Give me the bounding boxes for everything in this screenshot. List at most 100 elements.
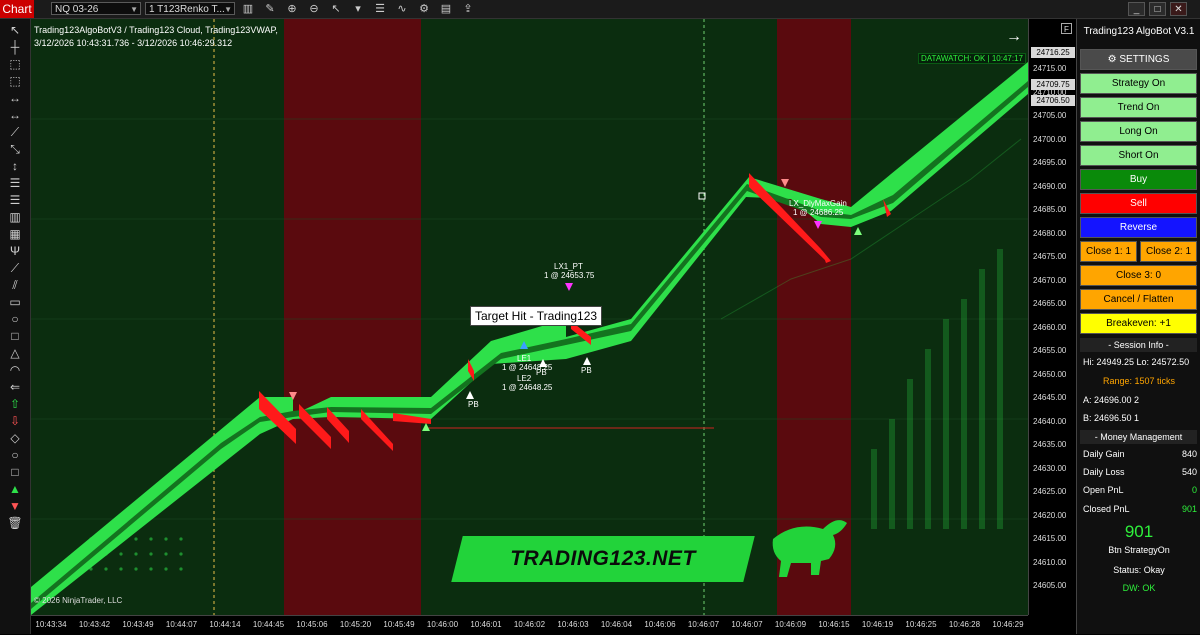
big-pnl-value: 901 [1124, 522, 1154, 541]
crosshair-icon[interactable]: ┼ [5, 38, 25, 56]
trash-icon[interactable]: 🗑 [5, 514, 25, 532]
pb-label: PB [468, 400, 479, 409]
buy-button[interactable]: Buy [1080, 169, 1197, 190]
price-tick: 24675.00 [1033, 252, 1067, 261]
zoom-out-icon[interactable]: ⊖ [306, 1, 322, 17]
copyright: © 2026 NinjaTrader, LLC [34, 596, 123, 605]
chart-tab[interactable]: Chart [0, 0, 34, 18]
time-tick: 10:46:09 [774, 620, 807, 629]
trend-band [31, 62, 1028, 615]
long-on-button[interactable]: Long On [1080, 121, 1197, 142]
open-pnl-label: Open PnL [1083, 485, 1124, 495]
pb-label: PB [581, 366, 592, 375]
close1-button[interactable]: Close 1: 1 [1080, 241, 1137, 262]
vline-icon[interactable]: ↕ [5, 157, 25, 175]
datawatch-status: DATAWATCH: OK | 10:47:17 [918, 53, 1026, 64]
close-button[interactable]: ✕ [1170, 2, 1187, 16]
breakeven-button[interactable]: Breakeven: +1 [1080, 313, 1197, 334]
time-tick: 10:45:49 [383, 620, 415, 629]
maximize-button[interactable]: □ [1149, 2, 1166, 16]
time-tick: 10:46:04 [600, 620, 633, 629]
arrow-icon[interactable]: ⇐ [5, 378, 25, 396]
time-tick: 10:44:07 [165, 620, 198, 629]
strategies-icon[interactable]: ⚙ [416, 1, 432, 17]
brand-banner: TRADING123.NET [451, 536, 755, 582]
bar-type-label: 1 T123Renko T... [149, 4, 225, 15]
drawing-toolbar: ↖ ┼ ⬚ ⬚ ↔ ↔ ⟋ ⤡ ↕ ☰ ☰ ▥ ▦ Ψ ⟋ ⫽ ▭ ○ □ △ … [0, 19, 31, 634]
ray-icon[interactable]: ↔ [5, 106, 25, 124]
sell-button[interactable]: Sell [1080, 193, 1197, 214]
short-on-button[interactable]: Short On [1080, 145, 1197, 166]
settings-button[interactable]: ⚙ SETTINGS [1080, 49, 1197, 70]
bars-icon[interactable]: ▥ [240, 1, 256, 17]
daily-gain-value: 840 [1181, 449, 1197, 459]
share-icon[interactable]: ⇪ [460, 1, 476, 17]
gann-icon[interactable]: ▦ [5, 225, 25, 243]
pencil-icon[interactable]: ✎ [262, 1, 278, 17]
triangle-up-icon[interactable]: ▲ [5, 480, 25, 498]
hline-icon[interactable]: ⬚ [5, 72, 25, 90]
draw-tool-icon[interactable]: ▾ [350, 1, 366, 17]
time-tick: 10:46:06 [644, 620, 676, 629]
price-tick: 24640.00 [1033, 416, 1067, 426]
bar-type-selector[interactable]: 1 T123Renko T... ▼ [145, 2, 235, 15]
fib-icon[interactable]: ☰ [5, 174, 25, 192]
dot-icon[interactable]: ○ [5, 446, 25, 464]
closed-pnl-value: 901 [1181, 504, 1197, 514]
f-button[interactable]: F [1061, 23, 1072, 34]
cursor-icon[interactable]: ↖ [328, 1, 344, 17]
price-tick: 24650.00 [1033, 369, 1067, 379]
arrow-down-icon[interactable]: ⇩ [5, 412, 25, 430]
close3-button[interactable]: Close 3: 0 [1080, 265, 1197, 286]
reverse-button[interactable]: Reverse [1080, 217, 1197, 238]
time-tick: 10:46:15 [818, 620, 850, 629]
zoom-in-icon[interactable]: ⊕ [284, 1, 300, 17]
triangle-icon[interactable]: △ [5, 344, 25, 362]
extended-line-icon[interactable]: ⤡ [5, 140, 25, 158]
price-tick: 24630.00 [1033, 463, 1067, 473]
price-tick: 24615.00 [1033, 534, 1067, 543]
channel-icon[interactable]: ⫽ [5, 276, 25, 294]
instrument-selector[interactable]: NQ 03-26 ▼ [51, 2, 141, 15]
scroll-right-icon[interactable]: → [1006, 28, 1022, 46]
price-axis[interactable]: F 24715.00 24710.00 24705.00 24700.00 24695.… [1028, 19, 1077, 615]
time-range-info: 3/12/2026 10:43:31.736 - 3/12/2026 10:46… [34, 38, 233, 48]
minimize-button[interactable]: _ [1128, 2, 1145, 16]
arrow-up-icon[interactable]: ⇧ [5, 395, 25, 413]
le1-label: LE1 [517, 354, 532, 363]
price-badge: 24716.25 [1031, 47, 1075, 58]
templates-icon[interactable]: ▤ [438, 1, 454, 17]
price-tick: 24625.00 [1033, 487, 1067, 496]
triangle-down-icon[interactable]: ▼ [5, 497, 25, 515]
price-tick: 24700.00 [1033, 134, 1067, 144]
time-tick: 10:46:01 [470, 620, 502, 629]
select-box-icon[interactable]: ⬚ [5, 55, 25, 73]
properties-icon[interactable]: ☰ [372, 1, 388, 17]
indicators-icon[interactable]: ∿ [394, 1, 410, 17]
ellipse-icon[interactable]: ○ [5, 310, 25, 328]
rectangle-icon[interactable]: □ [5, 327, 25, 345]
le2-price: 1 @ 24648.25 [502, 383, 553, 392]
fib-time-icon[interactable]: ▥ [5, 208, 25, 226]
ruler-icon[interactable]: ▭ [5, 293, 25, 311]
time-axis[interactable]: 10:43:34 10:43:42 10:43:49 10:44:07 10:44:14… [31, 615, 1028, 635]
buy-arrow-icon [854, 227, 862, 235]
lx-dly-label: LX_DlyMaxGain [789, 199, 847, 208]
trend-on-button[interactable]: Trend On [1080, 97, 1197, 118]
pitchfork-icon[interactable]: Ψ [5, 242, 25, 260]
close2-button[interactable]: Close 2: 1 [1140, 241, 1197, 262]
line-icon[interactable]: ⟋ [5, 123, 25, 141]
cancel-flatten-button[interactable]: Cancel / Flatten [1080, 289, 1197, 310]
diamond-icon[interactable]: ◇ [5, 429, 25, 447]
chart-panel[interactable]: Trading123AlgoBotV3 / Trading123 Cloud, … [31, 19, 1028, 615]
cursor-icon[interactable]: ↖ [5, 21, 25, 39]
hline-arrow-icon[interactable]: ↔ [5, 89, 25, 107]
square-icon[interactable]: □ [5, 463, 25, 481]
strategy-on-button[interactable]: Strategy On [1080, 73, 1197, 94]
fib-ext-icon[interactable]: ☰ [5, 191, 25, 209]
price-tick: 24680.00 [1033, 228, 1067, 238]
arc-icon[interactable]: ◠ [5, 361, 25, 379]
time-tick: 10:43:49 [122, 620, 154, 629]
regression-icon[interactable]: ⟋ [5, 259, 25, 277]
price-tick: 24695.00 [1033, 158, 1067, 167]
